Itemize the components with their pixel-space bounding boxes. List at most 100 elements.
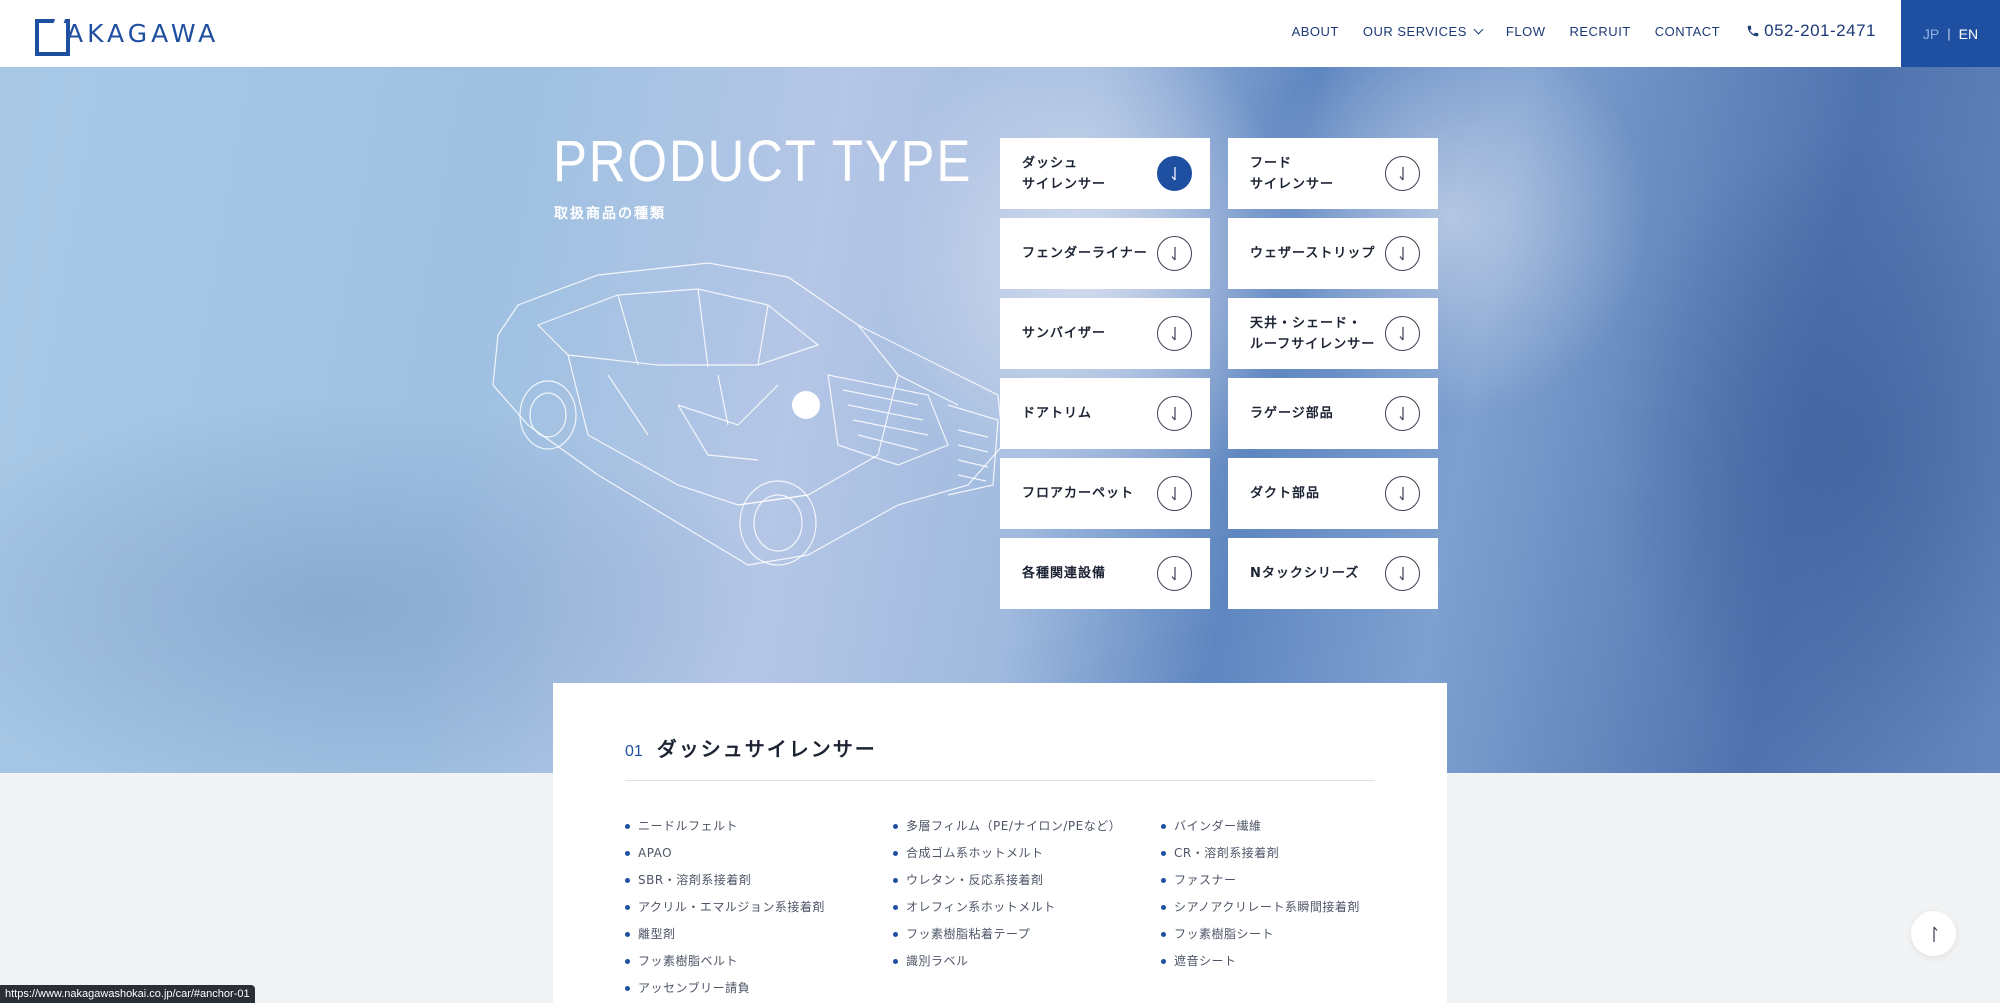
arrow-down-icon (1171, 326, 1176, 340)
arrow-down-icon (1399, 486, 1404, 500)
product-card-related-equipment[interactable]: 各種関連設備 (1000, 538, 1210, 609)
product-card-label: フェンダーライナー (1022, 246, 1148, 261)
arrow-down-icon (1171, 246, 1176, 260)
product-card-label: サンバイザー (1022, 326, 1107, 341)
list-item: アクリル・エマルジョン系接着剤 (625, 898, 893, 925)
product-card-label: ウェザーストリップ (1250, 246, 1376, 261)
nav-flow[interactable]: FLOW (1506, 24, 1546, 39)
product-card-hood-silencer[interactable]: フード サイレンサー (1228, 138, 1438, 209)
anchor-button[interactable] (1157, 396, 1192, 431)
logo-mark-icon (35, 18, 70, 56)
anchor-button[interactable] (1385, 316, 1420, 351)
list-item: 離型剤 (625, 925, 893, 952)
chevron-down-icon (1473, 24, 1484, 34)
list-item: ウレタン・反応系接着剤 (893, 871, 1161, 898)
section-heading: 01 ダッシュサイレンサー (625, 733, 877, 762)
list-item: 合成ゴム系ホットメルト (893, 844, 1161, 871)
list-item: フッ素樹脂ベルト (625, 952, 893, 979)
product-card-label: フード サイレンサー (1250, 155, 1335, 192)
nav-our-services[interactable]: OUR SERVICES (1362, 23, 1484, 39)
arrow-down-icon (1399, 406, 1404, 420)
arrow-down-icon (1399, 566, 1404, 580)
browser-status-url: https://www.nakagawashokai.co.jp/car/#an… (0, 985, 255, 1003)
arrow-down-icon (1171, 486, 1176, 500)
site-header: AKAGAWA ABOUT OUR SERVICES FLOW RECRUIT … (0, 0, 2000, 67)
anchor-button[interactable] (1385, 556, 1420, 591)
product-card-label: ラゲージ部品 (1250, 406, 1334, 421)
back-to-top-button[interactable] (1911, 911, 1956, 956)
materials-column-3: バインダー繊維 CR・溶剤系接着剤 ファスナー シアノアクリレート系瞬間接着剤 … (1161, 817, 1429, 1003)
product-card-label: フロアカーペット (1022, 486, 1135, 501)
arrow-down-icon (1171, 566, 1176, 580)
section-title: ダッシュサイレンサー (656, 737, 877, 761)
page-title: PRODUCT TYPE (553, 129, 973, 194)
product-card-n-tack-series[interactable]: Nタックシリーズ (1228, 538, 1438, 609)
materials-column-1: ニードルフェルト APAO SBR・溶剤系接着剤 アクリル・エマルジョン系接着剤… (625, 817, 893, 1003)
anchor-button[interactable] (1385, 156, 1420, 191)
logo[interactable]: AKAGAWA (35, 18, 220, 56)
product-card-fender-liner[interactable]: フェンダーライナー (1000, 218, 1210, 289)
lang-en[interactable]: EN (1959, 26, 1978, 42)
page-subtitle: 取扱商品の種類 (554, 206, 666, 222)
list-item: APAO (625, 844, 893, 871)
anchor-button[interactable] (1157, 156, 1192, 191)
list-item: ニードルフェルト (625, 817, 893, 844)
list-item: ファスナー (1161, 871, 1429, 898)
nav-our-services-label: OUR SERVICES (1362, 23, 1467, 39)
phone-icon (1747, 25, 1759, 37)
list-item: オレフィン系ホットメルト (893, 898, 1161, 925)
anchor-button[interactable] (1157, 236, 1192, 271)
section-divider (625, 780, 1375, 781)
nav-recruit[interactable]: RECRUIT (1569, 24, 1630, 39)
list-item: 識別ラベル (893, 952, 1161, 979)
main-nav: ABOUT OUR SERVICES FLOW RECRUIT CONTACT … (1268, 0, 1876, 62)
list-item: アッセンブリー請負 (625, 979, 893, 1003)
product-detail-panel: 01 ダッシュサイレンサー ニードルフェルト APAO SBR・溶剤系接着剤 ア… (553, 683, 1447, 1003)
product-card-floor-carpet[interactable]: フロアカーペット (1000, 458, 1210, 529)
hero-background-building (1600, 127, 2000, 773)
product-card-label: 各種関連設備 (1022, 566, 1107, 581)
nav-contact[interactable]: CONTACT (1655, 24, 1720, 39)
nav-about[interactable]: ABOUT (1292, 24, 1339, 39)
product-card-door-trim[interactable]: ドアトリム (1000, 378, 1210, 449)
phone-link[interactable]: 052-201-2471 (1746, 21, 1876, 41)
anchor-button[interactable] (1157, 476, 1192, 511)
section-number: 01 (625, 743, 643, 760)
arrow-down-icon (1399, 326, 1404, 340)
anchor-button[interactable] (1385, 236, 1420, 271)
product-card-sun-visor[interactable]: サンバイザー (1000, 298, 1210, 369)
materials-column-2: 多層フィルム（PE/ナイロン/PEなど） 合成ゴム系ホットメルト ウレタン・反応… (893, 817, 1161, 1003)
product-card-label: ドアトリム (1022, 406, 1093, 421)
anchor-button[interactable] (1157, 556, 1192, 591)
anchor-button[interactable] (1385, 476, 1420, 511)
lang-separator: | (1947, 26, 1951, 41)
product-card-luggage-parts[interactable]: ラゲージ部品 (1228, 378, 1438, 449)
language-switcher: JP | EN (1901, 0, 2000, 67)
lang-jp[interactable]: JP (1923, 26, 1939, 42)
phone-number: 052-201-2471 (1764, 21, 1876, 40)
list-item: フッ素樹脂粘着テープ (893, 925, 1161, 952)
arrow-down-icon (1171, 406, 1176, 420)
arrow-up-icon (1932, 926, 1937, 942)
list-item: CR・溶剤系接着剤 (1161, 844, 1429, 871)
list-item: 遮音シート (1161, 952, 1429, 979)
product-card-label: ダッシュ サイレンサー (1022, 155, 1107, 192)
list-item: SBR・溶剤系接着剤 (625, 871, 893, 898)
product-card-duct-parts[interactable]: ダクト部品 (1228, 458, 1438, 529)
arrow-down-icon (1399, 166, 1404, 180)
anchor-button[interactable] (1385, 396, 1420, 431)
anchor-button[interactable] (1157, 316, 1192, 351)
arrow-down-icon (1171, 166, 1176, 180)
list-item: シアノアクリレート系瞬間接着剤 (1161, 898, 1429, 925)
product-card-roof-silencer[interactable]: 天井・シェード・ ルーフサイレンサー (1228, 298, 1438, 369)
product-card-label: 天井・シェード・ ルーフサイレンサー (1250, 315, 1376, 352)
list-item: バインダー繊維 (1161, 817, 1429, 844)
materials-columns: ニードルフェルト APAO SBR・溶剤系接着剤 アクリル・エマルジョン系接着剤… (625, 817, 1429, 1003)
logo-text: AKAGAWA (66, 18, 220, 48)
list-item: フッ素樹脂シート (1161, 925, 1429, 952)
product-card-dash-silencer[interactable]: ダッシュ サイレンサー (1000, 138, 1210, 209)
product-card-label: ダクト部品 (1250, 486, 1321, 501)
product-type-grid: ダッシュ サイレンサー フード サイレンサー フェンダーライナー ウェザーストリ… (1000, 138, 1438, 609)
product-card-weather-strip[interactable]: ウェザーストリップ (1228, 218, 1438, 289)
list-item: 多層フィルム（PE/ナイロン/PEなど） (893, 817, 1161, 844)
